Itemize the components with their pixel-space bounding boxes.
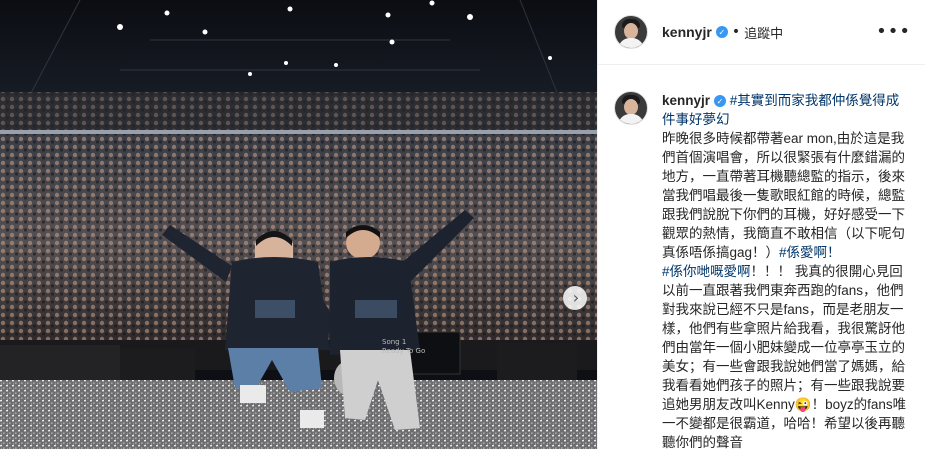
chevron-right-icon: › [572,288,580,307]
following-button[interactable]: 追蹤中 [744,23,783,42]
username-link[interactable]: kennyjr [662,24,712,40]
stage-screen-line2: Ready To Go [382,347,426,355]
caption-author-link[interactable]: kennyjr [662,93,710,108]
caption-comment: kennyjr ✓ #其實到而家我都仲係覺得成件事好夢幻 昨晚很多時候都帶著ear … [598,65,925,449]
post-viewer: Song 1 Ready To Go › kennyjr ✓ • 追蹤中 •••… [0,0,925,449]
hashtag-link[interactable]: #係你哋嘅愛啊 [662,264,751,279]
next-photo-button[interactable]: › [563,286,587,310]
post-photo[interactable]: Song 1 Ready To Go › [0,0,597,449]
stage-screen-line1: Song 1 [382,338,407,346]
verified-badge-icon: ✓ [715,26,728,38]
caption-avatar[interactable] [614,91,648,125]
hashtag-link[interactable]: #係愛啊！ [779,245,841,260]
post-header: kennyjr ✓ • 追蹤中 ••• [598,0,925,65]
concert-photo-illustration [0,0,597,449]
avatar[interactable] [614,15,648,49]
caption-body-1: 昨晚很多時候都帶著ear mon,由於這是我們首個演唱會，所以很緊張有什麼錯漏的… [662,131,905,260]
verified-badge-icon: ✓ [714,95,727,108]
post-side-panel: kennyjr ✓ • 追蹤中 ••• kennyjr ✓ #其實到而家我都仲係覺… [597,0,925,449]
caption-body-2: ！！！ 我真的很開心見回以前一直跟著我們東奔西跑的fans，他們對我來說已經不只… [662,264,907,449]
separator-dot: • [731,24,741,40]
caption-text: kennyjr ✓ #其實到而家我都仲係覺得成件事好夢幻 昨晚很多時候都帶著ear … [662,91,911,449]
stage-screen-text: Song 1 Ready To Go [382,338,425,356]
more-options-icon[interactable]: ••• [876,23,911,41]
